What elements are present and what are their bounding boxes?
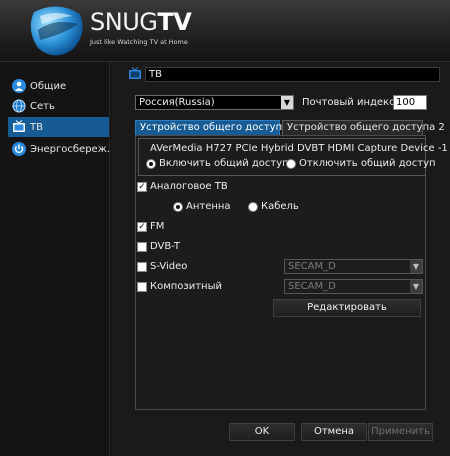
cable-radio[interactable] [248,202,258,212]
share-off-label: Отключить общий доступ [299,158,436,169]
svideo-label: S-Video [150,261,188,272]
svideo-standard-value: SECAM_D [288,261,336,272]
svideo-checkbox[interactable] [137,262,147,272]
chevron-down-icon[interactable]: ▼ [281,96,293,109]
composite-standard-value: SECAM_D [288,281,336,292]
user-icon [12,79,26,93]
apply-button[interactable]: Применить [368,423,433,441]
composite-label: Композитный [150,281,222,292]
composite-standard-select[interactable]: SECAM_D ▼ [284,279,423,294]
dvbt-label: DVB-T [150,241,181,252]
analog-tv-label: Аналоговое ТВ [150,181,228,192]
cancel-button[interactable]: Отмена [301,423,367,441]
antenna-label: Антенна [186,201,231,212]
device-name: AVerMedia H727 PCIe Hybrid DVBT HDMI Cap… [150,143,448,154]
sidebar-item-tv[interactable]: ТВ [8,117,109,137]
sidebar: Общие Сеть ТВ Энергосбереж... [0,62,116,456]
dvbt-checkbox[interactable] [137,242,147,252]
share-on-label: Включить общий доступ [159,158,289,169]
fm-checkbox[interactable]: ✓ [137,222,147,232]
globe-icon [12,99,26,113]
sidebar-item-label: Сеть [30,100,55,112]
chevron-down-icon[interactable]: ▼ [410,280,422,293]
brand-tv: TV [157,8,192,36]
antenna-radio[interactable] [173,202,183,212]
brand-title: SNUGTV [90,8,192,36]
composite-checkbox[interactable] [137,282,147,292]
brand-snug: SNUG [90,8,158,36]
sidebar-item-label: Энергосбереж... [30,143,117,155]
sidebar-item-power-saving[interactable]: Энергосбереж... [8,139,116,159]
ok-button[interactable]: OK [229,423,295,441]
analog-tv-checkbox[interactable]: ✓ [137,182,147,192]
fm-label: FM [150,221,165,232]
tv-icon [13,120,25,132]
country-select[interactable]: Россия(Russia) ▼ [135,95,294,110]
power-icon [12,142,26,156]
postal-code-label: Почтовый индекс [302,97,395,108]
sidebar-item-network[interactable]: Сеть [8,96,109,116]
chevron-down-icon[interactable]: ▼ [410,260,422,273]
snugtv-logo [30,6,83,56]
share-on-radio[interactable] [146,159,156,169]
page-title: ТВ [145,67,440,82]
svideo-standard-select[interactable]: SECAM_D ▼ [284,259,423,274]
tv-icon [129,67,141,79]
edit-button[interactable]: Редактировать [273,299,421,317]
sidebar-item-general[interactable]: Общие [8,76,109,96]
sidebar-item-label: ТВ [30,121,43,133]
country-value: Россия(Russia) [139,97,215,108]
cable-label: Кабель [261,201,299,212]
share-off-radio[interactable] [286,159,296,169]
sidebar-item-label: Общие [30,80,67,92]
tab-shared-device-1[interactable]: Устройство общего доступа 1 [135,120,298,135]
tagline: Just like Watching TV at Home [90,38,188,46]
tab-shared-device-2[interactable]: Устройство общего доступа 2 [282,120,445,135]
postal-code-input[interactable]: 100 [393,95,427,110]
